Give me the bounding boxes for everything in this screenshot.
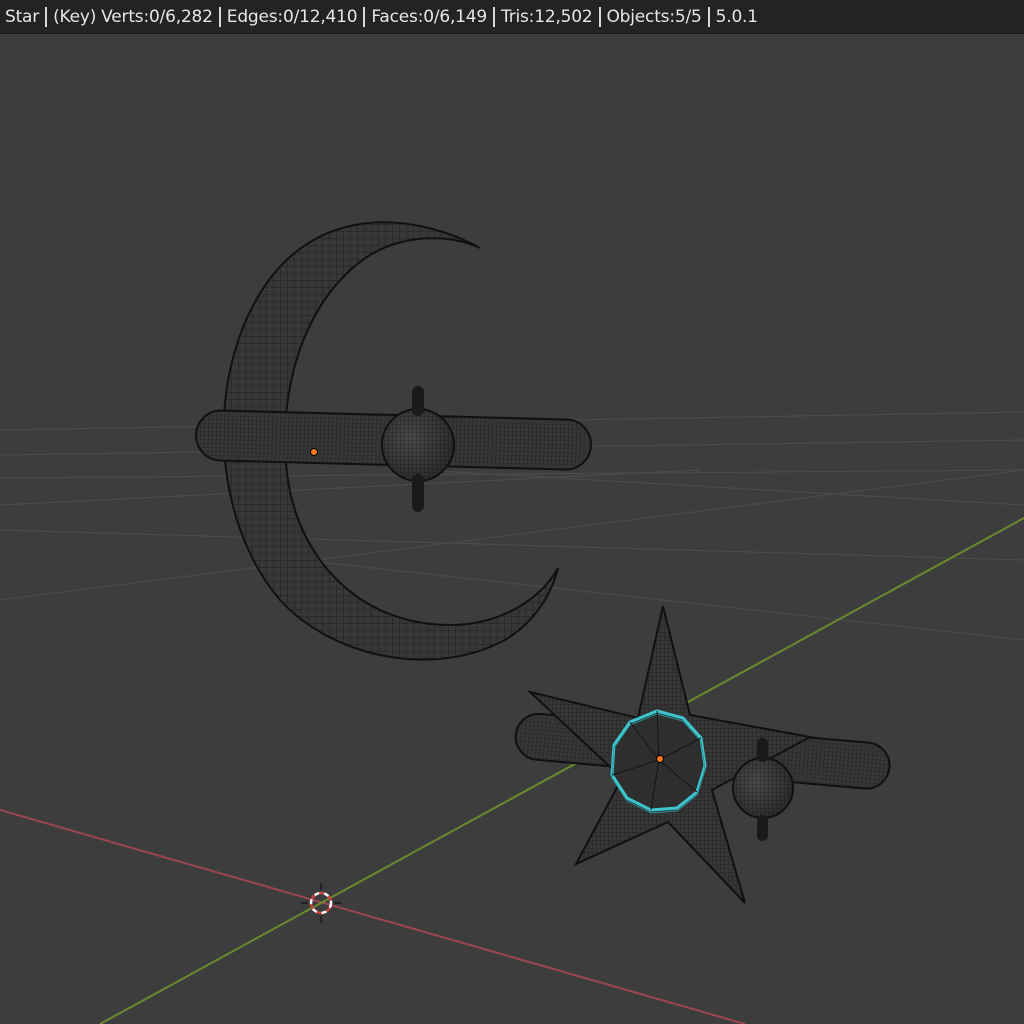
- edges-count: Edges:0/12,410: [226, 6, 358, 27]
- blender-3d-viewport-window: Star (Key) Verts:0/6,282 Edges:0/12,410 …: [0, 0, 1024, 1024]
- x-axis-line: [0, 809, 746, 1024]
- moon-object[interactable]: [195, 221, 592, 661]
- blender-version: 5.0.1: [715, 6, 758, 27]
- stat-separator: [598, 6, 601, 27]
- moon-hub-spike: [412, 386, 424, 416]
- faces-count: Faces:0/6,149: [371, 6, 488, 27]
- stat-separator: [45, 6, 48, 27]
- viewport-statistics-overlay: Star (Key) Verts:0/6,282 Edges:0/12,410 …: [0, 0, 1024, 34]
- viewport-canvas[interactable]: [0, 35, 1024, 1024]
- key-label: (Key): [53, 6, 97, 27]
- 3d-viewport[interactable]: [0, 35, 1024, 1024]
- star-object[interactable]: [514, 605, 892, 904]
- verts-count: Verts:0/6,282: [101, 6, 213, 27]
- stat-separator: [363, 6, 366, 27]
- active-object-name: Star: [5, 6, 40, 27]
- moon-hub-spike: [412, 474, 424, 512]
- moon-origin-dot-icon: [310, 448, 318, 456]
- star-hub-spike: [757, 815, 768, 841]
- stat-separator: [707, 6, 710, 27]
- star-origin-dot-icon: [656, 755, 664, 763]
- stat-separator: [218, 6, 221, 27]
- objects-count: Objects:5/5: [606, 6, 702, 27]
- stat-separator: [493, 6, 496, 27]
- tris-count: Tris:12,502: [501, 6, 593, 27]
- star-hub-spike: [757, 738, 768, 762]
